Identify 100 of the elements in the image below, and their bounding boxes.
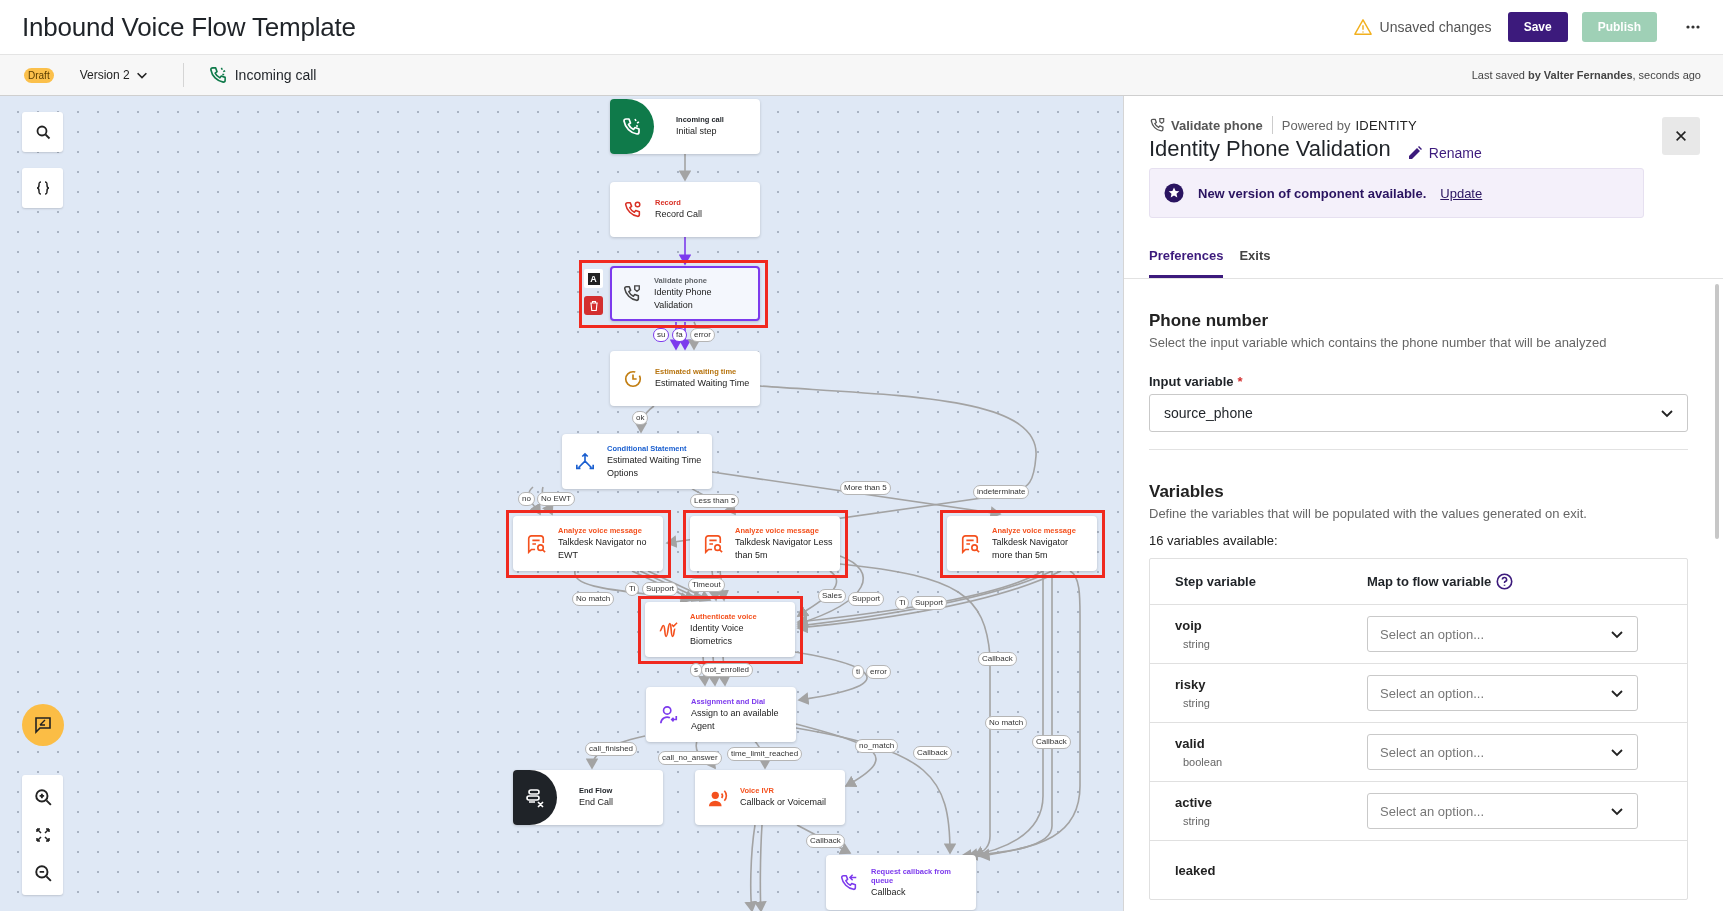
pencil-icon xyxy=(1406,145,1423,161)
node-icon xyxy=(960,533,980,554)
node-icon xyxy=(658,619,678,640)
variable-type: boolean xyxy=(1182,756,1224,768)
node-icon xyxy=(703,533,723,554)
connector-label: no_match xyxy=(855,739,899,753)
variables-button[interactable] xyxy=(22,168,63,208)
node-title: Identity Voice Biometrics xyxy=(690,622,745,647)
connector-label: call_finished xyxy=(585,742,638,756)
connector-label: error xyxy=(690,328,715,342)
node-icon xyxy=(621,115,643,138)
node-title: Identity Phone Validation xyxy=(654,286,713,311)
connector-label: Callback xyxy=(913,746,952,760)
connector-label: indeterminate xyxy=(973,485,1030,499)
connector-label: no xyxy=(518,492,535,506)
variable-name: leaked xyxy=(1175,862,1217,878)
search-icon xyxy=(34,124,51,140)
connector-label: Callback xyxy=(806,834,845,848)
component-name: Validate phone xyxy=(1171,117,1263,133)
connector-label: No EWT xyxy=(537,492,576,506)
node-title: End Call xyxy=(579,796,614,809)
node-icon xyxy=(622,283,642,304)
annotation-button[interactable]: A xyxy=(584,269,603,288)
draft-badge: Draft xyxy=(24,67,54,83)
variable-type: string xyxy=(1182,697,1211,709)
connector-label: ti xyxy=(852,665,864,679)
connector-label: No match xyxy=(572,592,615,606)
close-icon xyxy=(1674,129,1688,143)
node-title: Record Call xyxy=(655,208,703,221)
delete-button[interactable] xyxy=(584,296,603,315)
save-button[interactable]: Save xyxy=(1507,12,1568,42)
unsaved-status: Unsaved changes xyxy=(1379,19,1492,35)
search-button[interactable] xyxy=(22,112,63,152)
variables-count: 16 variables available: xyxy=(1149,533,1279,548)
version-dropdown[interactable]: Version 2 xyxy=(73,67,155,83)
variable-name: valid xyxy=(1175,736,1206,751)
connector-label: not_enrolled xyxy=(701,663,754,677)
connector-label: call_no_answer xyxy=(658,751,722,765)
connector-label: ok xyxy=(632,411,649,425)
connector-label: Ti xyxy=(895,596,910,610)
powered-by-label: Powered by xyxy=(1281,117,1351,133)
node-icon xyxy=(524,786,546,809)
connector-label: su xyxy=(653,328,670,342)
provider-name: IDENTITY xyxy=(1355,117,1418,133)
connector-arrow xyxy=(678,153,692,182)
rename-button[interactable]: Rename xyxy=(1406,145,1482,162)
connector-arrow xyxy=(634,405,655,434)
node-title: Talkdesk Navigator more than 5m xyxy=(992,536,1070,561)
section-heading: Variables xyxy=(1149,482,1225,502)
node-icon xyxy=(839,872,859,893)
connector-label: Callback xyxy=(1032,735,1071,749)
connector-label: Support xyxy=(911,596,948,610)
node-icon xyxy=(575,451,595,472)
trigger-label: Incoming call xyxy=(234,67,317,83)
flow-variable-select[interactable]: Select an option... xyxy=(1367,616,1638,652)
expand-icon xyxy=(34,827,51,843)
last-saved-text: Last saved by Valter Fernandes, seconds ago xyxy=(1471,69,1701,81)
connector-label: fa xyxy=(672,328,687,342)
section-description: Select the input variable which contains the phone number that will be analyzed xyxy=(1149,335,1608,350)
panel-tab[interactable]: Preferences xyxy=(1149,248,1224,278)
node-title: Callback or Voicemail xyxy=(740,796,827,809)
node-title: Talkdesk Navigator no EWT xyxy=(558,536,648,561)
phone-icon xyxy=(207,65,228,85)
variable-type: string xyxy=(1182,815,1211,827)
input-variable-select[interactable]: source_phone xyxy=(1149,394,1688,432)
feedback-button[interactable] xyxy=(22,704,64,746)
variable-name: voip xyxy=(1175,618,1203,633)
warning-icon xyxy=(1353,18,1372,36)
connector-arrow xyxy=(678,236,692,266)
flow-variable-select[interactable]: Select an option... xyxy=(1367,734,1638,770)
panel-tab[interactable]: Exits xyxy=(1239,248,1271,278)
required-marker: * xyxy=(1237,374,1243,389)
connector-label: Sales xyxy=(818,589,846,603)
connector-label: s xyxy=(690,663,702,677)
node-title: Estimated Waiting Time xyxy=(655,377,750,390)
connector-label: Timeout xyxy=(688,578,725,592)
page-title: Inbound Voice Flow Template xyxy=(22,11,356,43)
connector-label: No match xyxy=(985,716,1028,730)
node-icon xyxy=(526,533,546,554)
phone-shield-icon xyxy=(1149,116,1166,134)
update-link[interactable]: Update xyxy=(1440,185,1483,201)
close-button[interactable] xyxy=(1662,117,1700,155)
zoom-out-icon xyxy=(33,864,52,882)
node-title: Talkdesk Navigator Less than 5m xyxy=(735,536,833,561)
connector-arrow xyxy=(678,321,692,351)
node-icon xyxy=(623,199,643,220)
connector-label: Ti xyxy=(625,582,640,596)
flow-variable-select[interactable]: Select an option... xyxy=(1367,793,1638,829)
braces-icon xyxy=(34,180,51,196)
banner-message: New version of component available. xyxy=(1198,185,1427,201)
field-label: Input variable xyxy=(1149,374,1234,389)
variable-name: active xyxy=(1175,795,1213,810)
node-title: Callback xyxy=(871,885,907,899)
section-description: Define the variables that will be populated with the values generated on exit. xyxy=(1149,506,1588,521)
step-title: Identity Phone Validation xyxy=(1149,136,1391,162)
flow-variable-select[interactable]: Select an option... xyxy=(1367,675,1638,711)
connector-label: Less than 5 xyxy=(690,494,740,508)
column-header: Map to flow variable xyxy=(1367,574,1492,589)
connector-label: Support xyxy=(848,592,885,606)
connector-label: error xyxy=(866,665,891,679)
